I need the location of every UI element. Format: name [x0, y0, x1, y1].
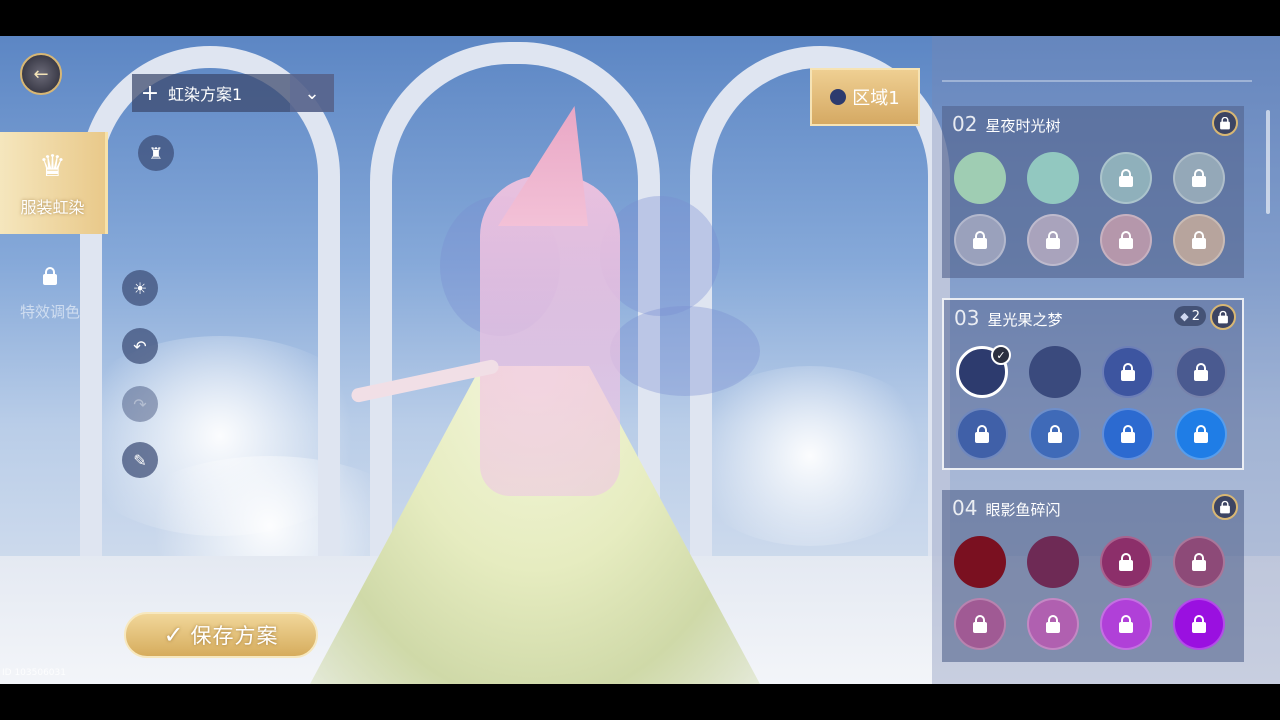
lock-icon — [975, 424, 989, 443]
palette-group-number: 02 — [952, 112, 978, 136]
lock-icon — [1119, 168, 1133, 187]
chevron-down-icon: ⌄ — [304, 82, 320, 104]
palette-group-count: 2 — [1191, 308, 1200, 324]
add-scheme-button[interactable]: + — [132, 74, 168, 112]
color-swatch[interactable] — [1175, 408, 1227, 460]
color-swatch[interactable] — [954, 536, 1006, 588]
outfit-icon: ♛ — [39, 148, 66, 184]
color-swatch[interactable] — [1173, 536, 1225, 588]
palette-group[interactable]: 04 眼影鱼碎闪 — [942, 490, 1244, 662]
arch-left — [80, 46, 340, 586]
tab-outfit-dye[interactable]: ♛ 服装虹染 — [0, 132, 108, 234]
outfit-toggle-icon: ♜ — [148, 143, 164, 163]
lock-icon — [1192, 614, 1206, 633]
color-swatch[interactable] — [1100, 598, 1152, 650]
tab-effect-color[interactable]: 特效调色 — [0, 246, 100, 332]
palette-group[interactable]: 02 星夜时光树 — [942, 106, 1244, 278]
color-swatch[interactable] — [1027, 214, 1079, 266]
palette-group-title: 星夜时光树 — [985, 117, 1061, 135]
color-swatch[interactable] — [954, 152, 1006, 204]
lock-icon — [1121, 362, 1135, 381]
lock-icon — [973, 614, 987, 633]
lock-icon — [1192, 168, 1206, 187]
palette-group-header: 04 眼影鱼碎闪 — [952, 496, 1060, 520]
color-swatch[interactable] — [1029, 408, 1081, 460]
gem-icon: ◆ — [1180, 309, 1189, 323]
lock-icon — [1119, 230, 1133, 249]
color-swatch[interactable] — [1173, 598, 1225, 650]
palette-group-number: 03 — [954, 306, 980, 330]
color-swatch[interactable] — [956, 408, 1008, 460]
save-scheme-label: 保存方案 — [190, 624, 279, 648]
lock-icon — [1194, 424, 1208, 443]
lock-icon — [1119, 614, 1133, 633]
region-color-dot — [830, 89, 847, 105]
group-lock-icon[interactable] — [1212, 110, 1238, 136]
lock-icon — [973, 230, 987, 249]
color-swatch[interactable] — [1175, 346, 1227, 398]
panel-divider — [942, 80, 1252, 82]
color-swatch[interactable] — [1102, 408, 1154, 460]
selected-check-icon: ✓ — [991, 345, 1011, 365]
lock-icon — [1119, 552, 1133, 571]
check-icon: ✓ — [163, 621, 185, 649]
player-id: ID 103506031 — [2, 668, 66, 678]
palette-group-header: 03 星光果之梦 — [954, 306, 1062, 330]
color-swatch[interactable] — [1100, 214, 1152, 266]
region-label: 区域1 — [852, 88, 900, 109]
scheme-name: 虹染方案1 — [168, 85, 243, 104]
group-lock-icon[interactable] — [1212, 494, 1238, 520]
reset-brush-button[interactable]: ✎ — [122, 442, 158, 478]
color-swatch[interactable] — [1029, 346, 1081, 398]
color-swatch[interactable] — [1027, 598, 1079, 650]
undo-button[interactable]: ↶ — [122, 328, 158, 364]
color-swatch[interactable] — [954, 598, 1006, 650]
undo-icon: ↶ — [133, 336, 147, 356]
brightness-icon: ☀ — [132, 278, 148, 298]
lock-icon — [1194, 362, 1208, 381]
color-swatch[interactable] — [1173, 214, 1225, 266]
letterbox-top — [0, 0, 1280, 36]
color-swatch[interactable] — [954, 214, 1006, 266]
lock-icon — [1046, 230, 1060, 249]
lock-icon — [43, 266, 57, 291]
color-swatch[interactable] — [1100, 536, 1152, 588]
palette-group-number: 04 — [952, 496, 978, 520]
color-swatch[interactable] — [1027, 152, 1079, 204]
color-swatch[interactable] — [1027, 536, 1079, 588]
scheme-dropdown-button[interactable]: ⌄ — [290, 74, 334, 112]
redo-icon: ↷ — [133, 394, 147, 414]
lock-icon — [1046, 614, 1060, 633]
color-swatch[interactable] — [1173, 152, 1225, 204]
redo-button[interactable]: ↷ — [122, 386, 158, 422]
back-button[interactable]: ← — [20, 53, 62, 95]
palette-group-count-badge: ◆ 2 — [1174, 306, 1206, 326]
palette-group-header: 02 星夜时光树 — [952, 112, 1060, 136]
tab-outfit-dye-label: 服装虹染 — [20, 197, 85, 217]
wing — [610, 306, 760, 396]
outfit-toggle-button[interactable]: ♜ — [138, 135, 174, 171]
tab-effect-color-label: 特效调色 — [19, 303, 80, 321]
color-swatch[interactable] — [1100, 152, 1152, 204]
letterbox-bottom — [0, 684, 1280, 720]
lock-icon — [1192, 230, 1206, 249]
palette-group-title: 星光果之梦 — [987, 311, 1063, 329]
group-lock-icon[interactable] — [1210, 304, 1236, 330]
palette-scrollbar[interactable] — [1266, 110, 1270, 214]
save-scheme-button[interactable]: ✓ 保存方案 — [124, 612, 318, 658]
lock-icon — [1192, 552, 1206, 571]
dye-scheme-selector[interactable]: + 虹染方案1 ⌄ — [132, 74, 334, 112]
brush-icon: ✎ — [133, 450, 147, 470]
color-swatch[interactable] — [1102, 346, 1154, 398]
back-arrow-icon: ← — [33, 63, 49, 85]
palette-group-title: 眼影鱼碎闪 — [985, 501, 1061, 519]
region-selector-button[interactable]: 区域1 — [810, 68, 920, 126]
palette-group[interactable]: 03 星光果之梦 ◆ 2 ✓ — [942, 298, 1244, 470]
brightness-button[interactable]: ☀ — [122, 270, 158, 306]
lock-icon — [1121, 424, 1135, 443]
color-swatch[interactable]: ✓ — [956, 345, 1011, 398]
lock-icon — [1048, 424, 1062, 443]
